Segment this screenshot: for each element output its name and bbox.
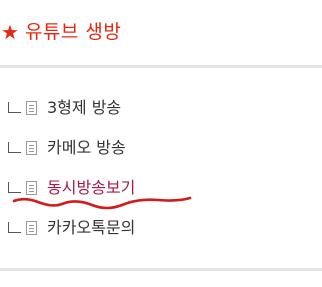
widget-header: ★ 유튜브 생방 <box>0 14 121 50</box>
tree-branch-icon <box>8 181 21 193</box>
category-item-label[interactable]: 카메오 방송 <box>47 138 126 158</box>
category-list: 3형제 방송 카메오 방송 동시방송보기 카카오톡문의 <box>8 88 135 248</box>
star-icon: ★ <box>1 20 19 44</box>
document-icon <box>26 221 37 235</box>
category-item-simulcast-view[interactable]: 동시방송보기 <box>8 168 135 208</box>
header-divider <box>0 65 322 68</box>
category-item-label[interactable]: 동시방송보기 <box>47 178 135 198</box>
category-item-label[interactable]: 3형제 방송 <box>47 98 121 118</box>
category-item-cameo-broadcast[interactable]: 카메오 방송 <box>8 128 135 168</box>
document-icon <box>26 101 37 115</box>
footer-divider <box>0 268 322 271</box>
category-item-kakaotalk-inquiry[interactable]: 카카오톡문의 <box>8 208 135 248</box>
document-icon <box>26 141 37 155</box>
sidebar-widget: ★ 유튜브 생방 3형제 방송 카메오 방송 동시방송보기 카카오톡문의 <box>0 0 322 287</box>
widget-title: 유튜브 생방 <box>24 21 122 43</box>
category-item-label[interactable]: 카카오톡문의 <box>47 218 135 238</box>
tree-branch-icon <box>8 141 21 153</box>
tree-branch-icon <box>8 221 21 233</box>
tree-branch-icon <box>8 101 21 113</box>
document-icon <box>26 181 37 195</box>
category-item-3brothers-broadcast[interactable]: 3형제 방송 <box>8 88 135 128</box>
